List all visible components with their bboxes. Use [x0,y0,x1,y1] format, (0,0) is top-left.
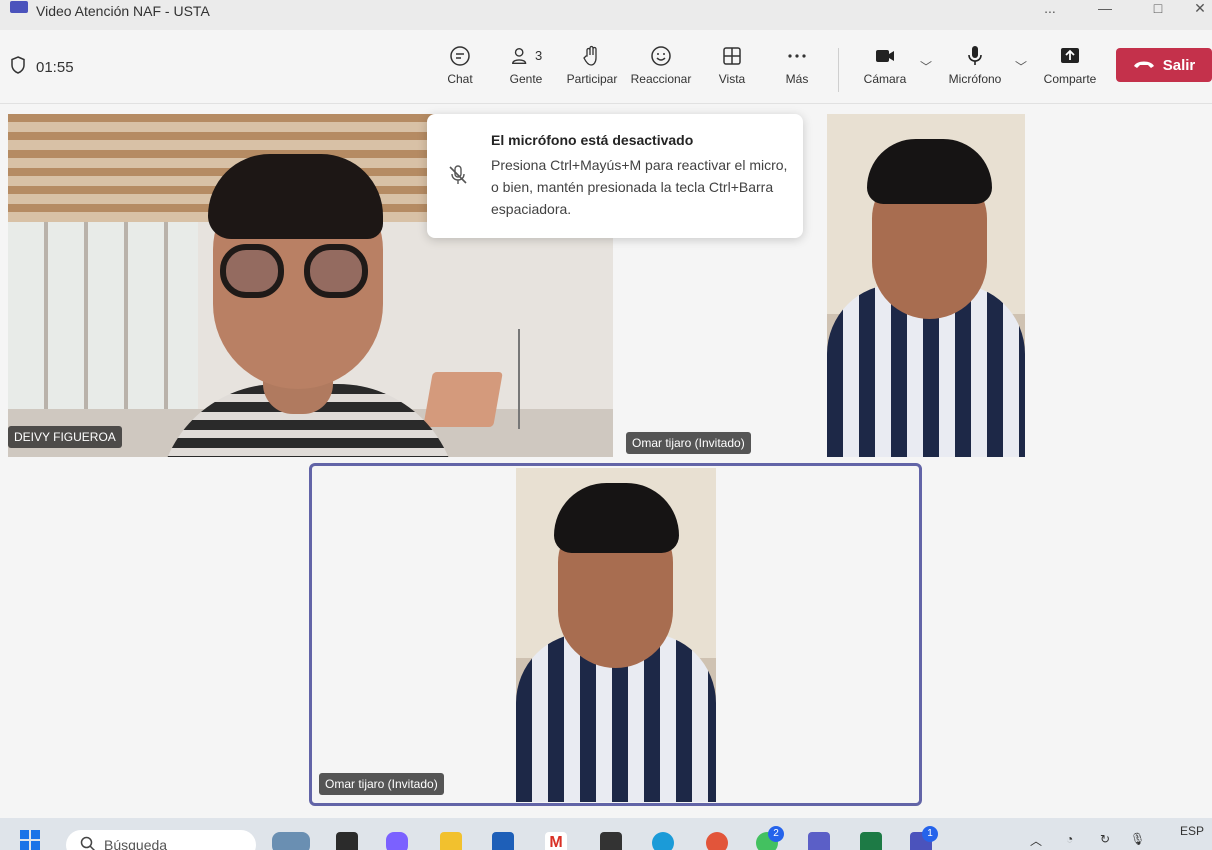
more-icon [762,40,832,70]
taskbar-search[interactable]: Búsqueda [66,830,256,850]
sync-icon[interactable]: ↻ [1100,832,1110,846]
chrome-icon[interactable] [706,832,728,850]
video-tile-omar-main[interactable] [516,468,716,802]
tray-chevron-icon[interactable]: ︿ [1030,832,1042,849]
chat-button[interactable]: Chat [425,40,495,96]
meeting-toolbar: 01:55 Chat 3 Gente Participar Reaccionar… [0,30,1212,104]
teams-meeting-window: Video Atención NAF - USTA ... — □ ✕ 01:5… [0,0,1212,850]
language-indicator[interactable]: ESP [1180,824,1204,838]
share-screen-icon [1035,40,1105,70]
copilot-icon[interactable] [386,832,408,850]
hang-up-icon [1133,57,1155,74]
participant-hair [867,139,992,204]
people-icon: 3 [491,40,561,70]
raise-hand-button[interactable]: Participar [557,40,627,96]
meeting-timer: 01:55 [10,56,74,78]
glasses-right-lens [304,244,368,298]
terminal-icon[interactable] [600,832,622,850]
network-icon[interactable]: ◔ [1066,832,1073,846]
microphone-label: Micrófono [948,72,1002,86]
task-view-icon[interactable] [336,832,358,850]
leave-label: Salir [1162,56,1196,74]
grid-view-icon [697,40,767,70]
microphone-off-icon [447,164,469,186]
raise-hand-icon [557,40,627,70]
mic-muted-notification: El micrófono está desactivado Presiona C… [427,114,803,238]
camera-label: Cámara [863,72,907,86]
microphone-icon [940,40,1010,70]
mic-options-chevron-icon[interactable]: ﹀ [1015,58,1027,75]
participant-name-tag: DEIVY FIGUEROA [8,426,122,448]
people-label: Gente [509,72,543,86]
react-label: Reaccionar [630,72,692,86]
whatsapp-badge: 2 [768,826,784,842]
more-window-options-button[interactable]: ... [1030,0,1070,22]
share-button[interactable]: Comparte [1035,40,1105,96]
teams-badge: 1 [922,826,938,842]
more-button[interactable]: Más [762,40,832,96]
camera-button[interactable]: Cámara [850,40,920,96]
title-bar: Video Atención NAF - USTA ... — □ ✕ [0,0,1212,30]
notification-body: Presiona Ctrl+Mayús+M para reactivar el … [491,157,788,217]
participant-name-tag: Omar tijaro (Invitado) [319,773,444,795]
microphone-button[interactable]: Micrófono [940,40,1010,96]
share-label: Comparte [1043,72,1097,86]
glasses-left-lens [220,244,284,298]
people-button[interactable]: 3 Gente [491,40,561,96]
minimize-button[interactable]: — [1085,0,1125,22]
more-label: Más [785,72,809,86]
teams-classic-icon[interactable] [808,832,830,850]
microphone-tray-icon[interactable]: 🎙 [1130,832,1145,846]
view-button[interactable]: Vista [697,40,767,96]
edge-icon[interactable] [652,832,674,850]
background-chair [423,372,503,427]
camera-icon [850,40,920,70]
store-icon[interactable] [492,832,514,850]
search-icon [80,836,96,850]
excel-icon[interactable] [860,832,882,850]
maximize-button[interactable]: □ [1138,0,1178,22]
people-count: 3 [535,48,543,63]
timer-text: 01:55 [36,58,74,76]
gmail-icon[interactable]: M [545,832,567,850]
shield-icon [10,56,26,78]
teams-icon[interactable]: 1 [910,826,938,850]
view-label: Vista [718,72,746,86]
chat-label: Chat [447,72,473,86]
toolbar-divider [838,48,839,92]
window-title: Video Atención NAF - USTA [36,3,210,19]
search-placeholder: Búsqueda [104,837,168,850]
teams-logo-icon [10,1,28,13]
raise-hand-label: Participar [566,72,618,86]
camera-options-chevron-icon[interactable]: ﹀ [920,58,932,75]
participant-name-tag: Omar tijaro (Invitado) [626,432,751,454]
close-button[interactable]: ✕ [1180,0,1212,22]
smiley-icon [626,40,696,70]
participant-hair [208,154,383,239]
background-lamp [518,329,520,429]
background-window [8,222,208,412]
file-explorer-icon[interactable] [440,832,462,850]
whatsapp-icon[interactable]: 2 [756,826,784,850]
video-tile-omar-side[interactable] [827,114,1025,457]
react-button[interactable]: Reaccionar [626,40,696,96]
leave-button[interactable]: Salir [1116,48,1212,82]
notification-title: El micrófono está desactivado [491,132,694,148]
widgets-icon[interactable] [272,832,310,850]
chat-icon [425,40,495,70]
windows-taskbar: Búsqueda M 2 1 ︿ ◔ ↻ 🎙 ESP [0,818,1212,850]
windows-start-icon[interactable] [20,830,40,850]
